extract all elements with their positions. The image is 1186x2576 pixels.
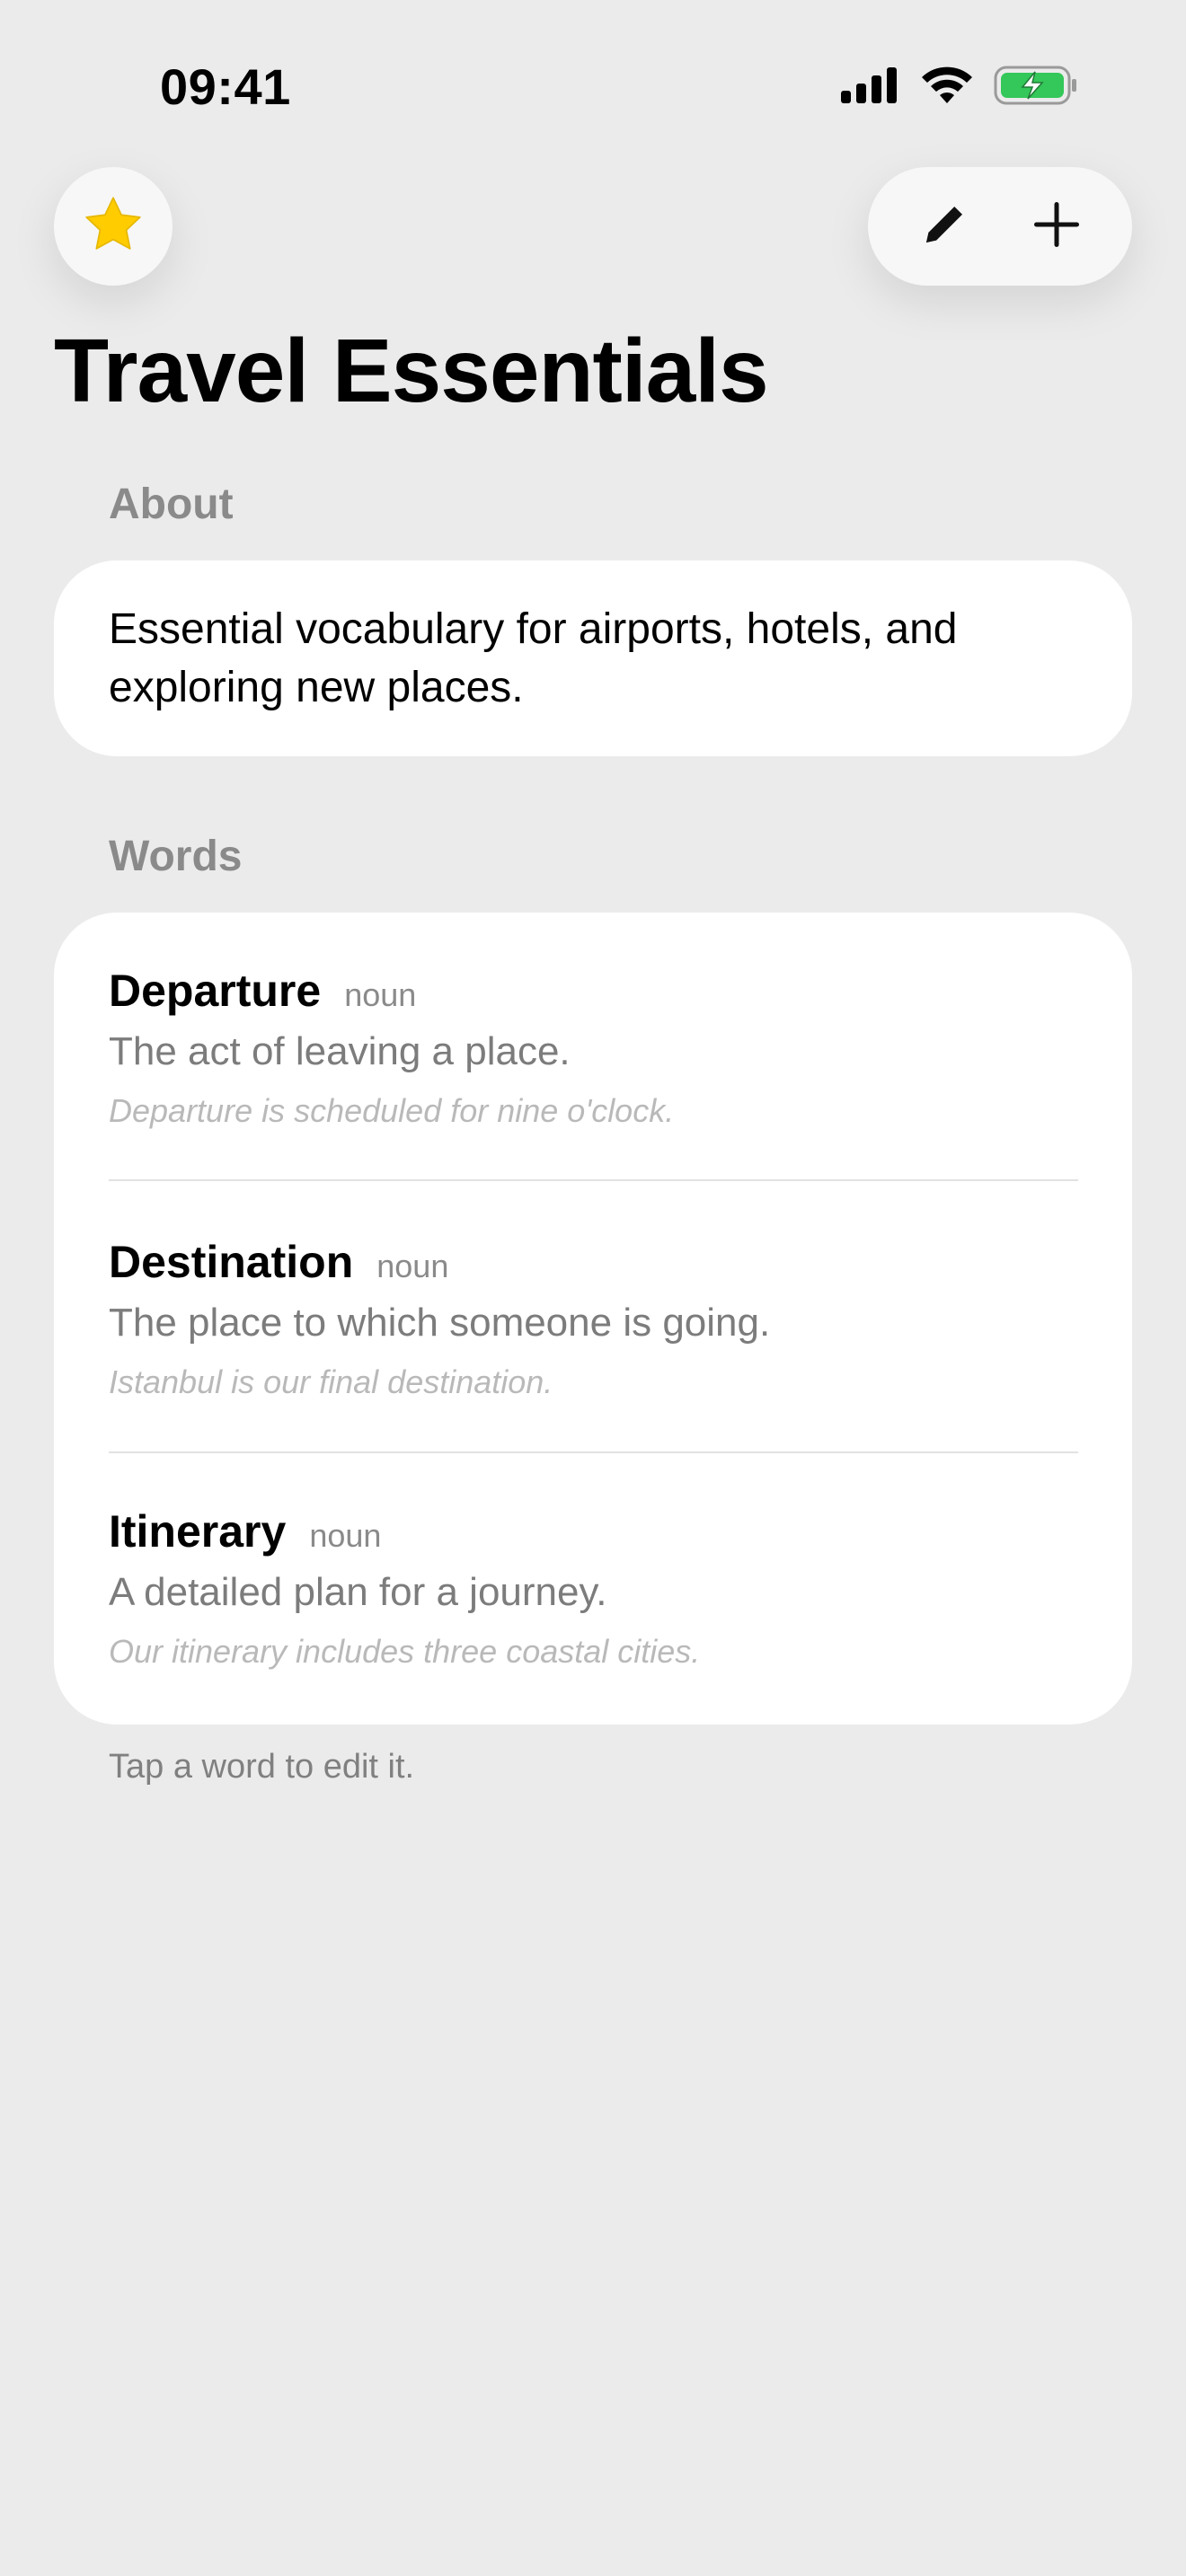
word-row-departure[interactable]: Departure noun The act of leaving a plac… [54,913,1132,1184]
about-card: Essential vocabulary for airports, hotel… [54,560,1132,756]
favorite-button[interactable] [54,167,173,286]
wifi-icon [920,66,974,105]
page-title: Travel Essentials [54,321,769,421]
star-icon [82,193,145,260]
row-divider [109,1179,1078,1181]
status-bar: 09:41 [0,0,1186,171]
word-example: Istanbul is our final destination. [109,1363,553,1400]
about-section-header: About [109,481,234,528]
word-definition: A detailed plan for a journey. [109,1570,607,1614]
footer-hint: Tap a word to edit it. [109,1748,415,1786]
word-part-of-speech: noun [309,1517,382,1554]
word-term: Itinerary [109,1506,287,1557]
word-term: Destination [109,1237,354,1287]
word-head: Departure noun [109,965,416,1017]
cellular-signal-icon [839,66,900,105]
add-word-button[interactable] [1012,181,1102,271]
word-row-destination[interactable]: Destination noun The place to which some… [54,1184,1132,1455]
word-example: Our itinerary includes three coastal cit… [109,1633,701,1670]
word-head: Destination noun [109,1236,448,1288]
action-pill [868,167,1132,286]
word-example: Departure is scheduled for nine o'clock. [109,1092,675,1129]
status-time: 09:41 [160,58,291,115]
pencil-icon [917,198,971,256]
word-part-of-speech: noun [344,976,417,1013]
screen: 09:41 Travel Essentials About Essential … [0,0,1186,2576]
word-row-itinerary[interactable]: Itinerary noun A detailed plan for a jou… [54,1453,1132,1725]
words-section-header: Words [109,833,243,880]
words-card: Departure noun The act of leaving a plac… [54,913,1132,1725]
word-definition: The act of leaving a place. [109,1029,571,1073]
edit-button[interactable] [899,181,989,271]
word-term: Departure [109,966,322,1016]
about-description: Essential vocabulary for airports, hotel… [109,605,958,711]
battery-charging-icon [994,65,1078,106]
plus-icon [1030,198,1084,256]
word-head: Itinerary noun [109,1505,381,1557]
status-icons [839,65,1078,106]
word-part-of-speech: noun [376,1248,449,1284]
word-definition: The place to which someone is going. [109,1301,771,1345]
